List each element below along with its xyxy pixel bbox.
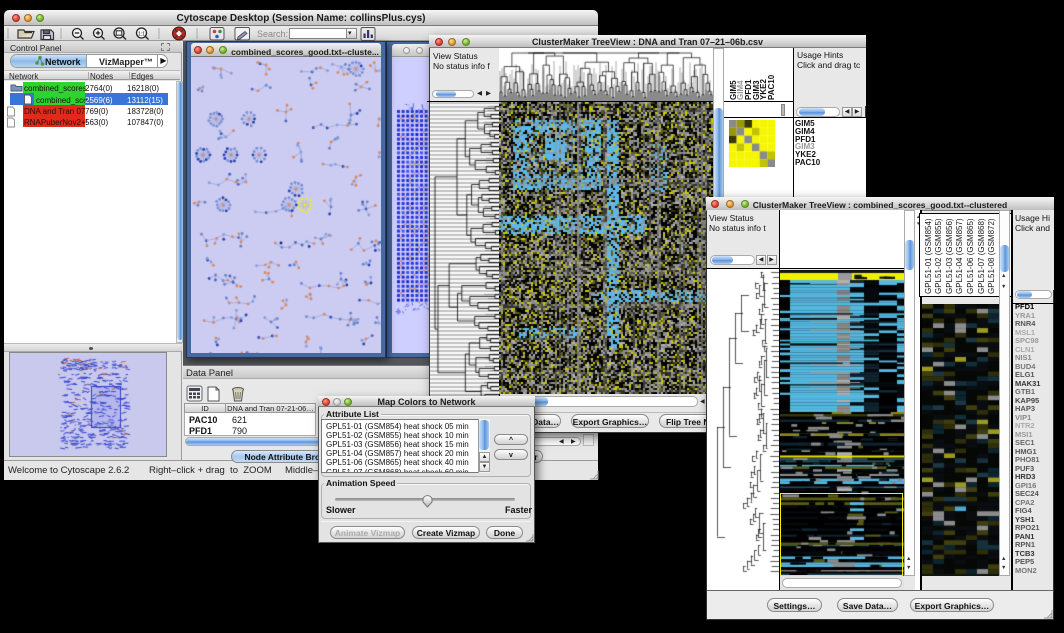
svg-text:1:1: 1:1 — [138, 32, 145, 38]
